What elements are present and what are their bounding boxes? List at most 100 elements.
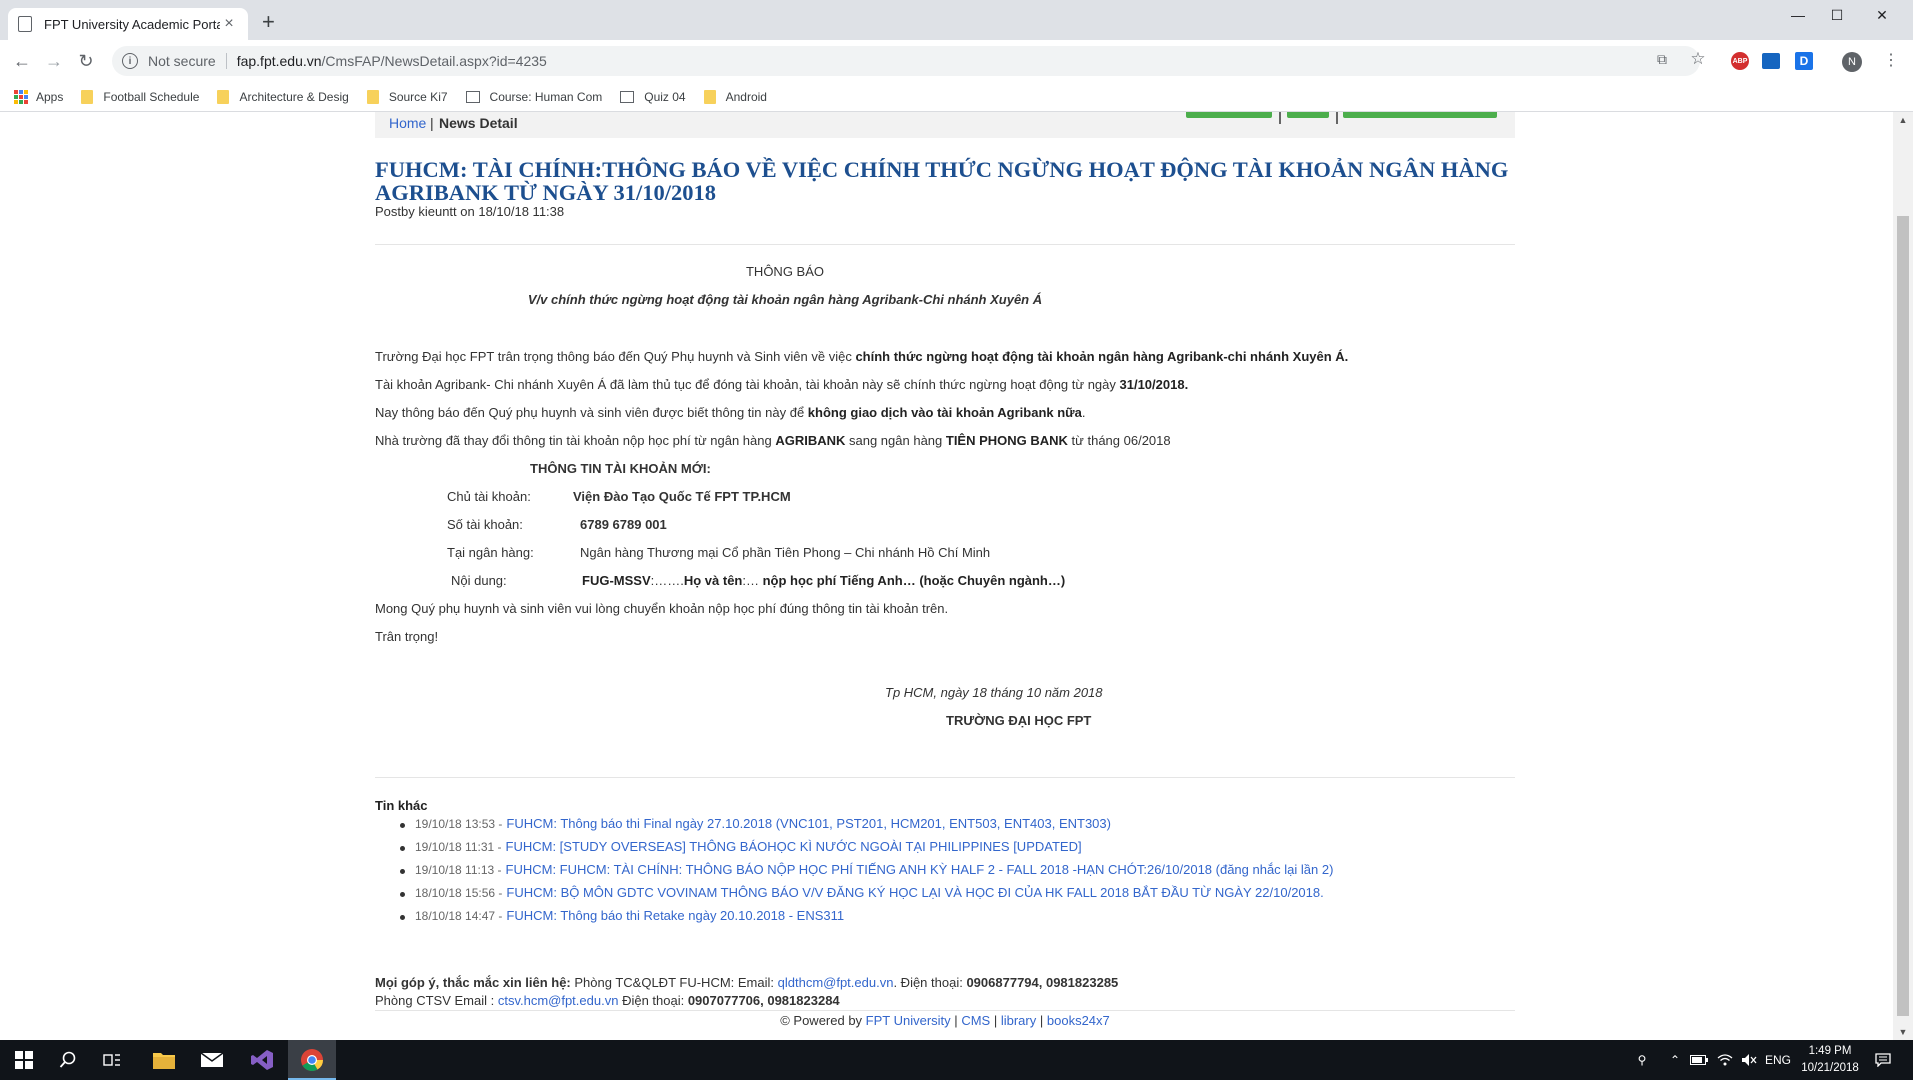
back-button[interactable]: ← [9, 48, 35, 74]
contact-line-1: Mọi góp ý, thắc mắc xin liên hệ: Phòng T… [375, 974, 1118, 992]
post-meta: Postby kieuntt on 18/10/18 11:38 [375, 204, 565, 219]
adblock-icon[interactable]: ABP [1731, 52, 1749, 70]
task-view-button[interactable] [88, 1040, 136, 1080]
visual-studio-button[interactable] [238, 1040, 286, 1080]
bookmark-label: Course: Human Com [489, 89, 603, 104]
powered-text: © Powered by [780, 1013, 866, 1028]
search-icon [59, 1051, 76, 1068]
breadcrumb-home-link[interactable]: Home [389, 115, 426, 131]
divider [1336, 112, 1338, 124]
chrome-button[interactable] [288, 1040, 336, 1080]
star-icon[interactable]: ☆ [1688, 49, 1708, 69]
scroll-up-icon[interactable]: ▲ [1893, 112, 1913, 128]
system-clock[interactable]: 1:49 PM 10/21/2018 [1795, 1043, 1865, 1077]
footer-link-fpt[interactable]: FPT University [866, 1013, 951, 1028]
close-window-button[interactable]: ✕ [1859, 0, 1905, 30]
other-news-list: 19/10/18 13:53 - FUHCM: Thông báo thi Fin… [400, 816, 1333, 931]
bookmark-label: Apps [36, 89, 64, 104]
content-bold: Họ và tên [683, 573, 743, 588]
mail-button[interactable] [188, 1040, 236, 1080]
user-button[interactable] [1186, 112, 1272, 118]
paragraph-1: Trường Đại học FPT trân trọng thông báo … [375, 349, 1348, 364]
contact-footer: Mọi góp ý, thắc mắc xin liên hệ: Phòng T… [375, 974, 1118, 1010]
bookmark-label: Quiz 04 [644, 89, 686, 104]
paragraph-text: Nhà trường đã thay đổi thông tin tài kho… [375, 433, 776, 448]
content-text: :……. [650, 573, 684, 588]
list-item: 19/10/18 11:31 - FUHCM: [STUDY OVERSEAS] … [400, 839, 1333, 862]
account-number-label: Số tài khoản: [447, 517, 523, 532]
wifi-icon[interactable] [1714, 1040, 1736, 1080]
extension-icon[interactable] [1762, 53, 1780, 69]
footer-link-books24x7[interactable]: books24x7 [1047, 1013, 1110, 1028]
speaker-shape [1742, 1054, 1757, 1066]
bookmark-quiz[interactable]: Quiz 04 [620, 89, 686, 104]
paragraph-4: Nhà trường đã thay đổi thông tin tài kho… [375, 433, 1171, 448]
list-item: 18/10/18 14:47 - FUHCM: Thông báo thi Ret… [400, 908, 1333, 931]
page-scrollbar[interactable]: ▲ ▼ [1893, 112, 1913, 1040]
bullet-icon [400, 869, 405, 874]
bookmark-architecture[interactable]: Architecture & Desig [217, 89, 349, 104]
scroll-down-icon[interactable]: ▼ [1893, 1024, 1913, 1040]
divider [225, 53, 227, 69]
footer-link-library[interactable]: library [1001, 1013, 1036, 1028]
menu-icon[interactable]: ⋮ [1883, 52, 1899, 70]
windows-taskbar: ⚲ ⌃ ENG 1:49 PM 10/21/2018 [0, 1040, 1913, 1080]
forward-button[interactable]: → [41, 48, 67, 74]
other-news-heading: Tin khác [375, 798, 428, 813]
paragraph-bold: TIÊN PHONG BANK [945, 433, 1068, 448]
chevron-up-icon[interactable]: ⌃ [1665, 1040, 1685, 1080]
address-bar[interactable]: i Not secure fap.fpt.edu.vn/CmsFAP/NewsD… [112, 46, 1700, 76]
volume-icon[interactable] [1738, 1040, 1760, 1080]
start-button[interactable] [0, 1040, 48, 1080]
bookmark-apps[interactable]: Apps [14, 89, 64, 104]
news-link[interactable]: FUHCM: BỘ MÔN GDTC VOVINAM THÔNG BÁO V/V… [506, 885, 1323, 900]
bookmark-course[interactable]: Course: Human Com [465, 89, 603, 104]
scroll-thumb[interactable] [1897, 216, 1909, 1016]
file-explorer-button[interactable] [140, 1040, 188, 1080]
notification-icon[interactable] [1868, 1040, 1898, 1080]
bookmark-label: Android [725, 89, 767, 104]
maximize-button[interactable]: ☐ [1814, 0, 1860, 30]
paragraph-bold: AGRIBANK [775, 433, 846, 448]
divider [375, 777, 1515, 778]
contact-text: . Điện thoại: [893, 975, 967, 990]
footer-link-cms[interactable]: CMS [961, 1013, 990, 1028]
bookmark-label: Source Ki7 [388, 89, 448, 104]
extension-d-icon[interactable]: D [1795, 52, 1813, 70]
info-icon[interactable]: i [122, 53, 138, 69]
news-date: 19/10/18 13:53 - [415, 817, 503, 831]
visual-studio-icon [251, 1050, 273, 1070]
campus-button[interactable] [1343, 112, 1497, 118]
new-account-heading: THÔNG TIN TÀI KHOẢN MỚI: [530, 461, 711, 476]
bookmark-android[interactable]: Android [703, 89, 767, 104]
close-tab-icon[interactable]: × [220, 15, 238, 33]
translate-icon[interactable]: ⧉ [1652, 49, 1672, 69]
divider [375, 244, 1515, 245]
logout-button[interactable] [1287, 112, 1329, 118]
account-number-value: 6789 6789 001 [580, 517, 667, 532]
breadcrumb-separator: | [430, 115, 434, 131]
bookmark-label: Architecture & Desig [239, 89, 349, 104]
email-link[interactable]: qldthcm@fpt.edu.vn [778, 975, 894, 990]
bookmark-source-ki7[interactable]: Source Ki7 [366, 89, 448, 104]
profile-avatar[interactable]: N [1842, 52, 1862, 72]
news-link[interactable]: FUHCM: [STUDY OVERSEAS] THÔNG BÁOHỌC KÌ … [506, 839, 1082, 854]
people-icon[interactable]: ⚲ [1628, 1040, 1656, 1080]
paragraph-2: Tài khoản Agribank- Chi nhánh Xuyên Á đã… [375, 377, 1188, 392]
tab-title: FPT University Academic Portal [44, 16, 220, 32]
language-indicator[interactable]: ENG [1762, 1040, 1794, 1080]
email-link[interactable]: ctsv.hcm@fpt.edu.vn [498, 993, 619, 1008]
search-button[interactable] [44, 1040, 92, 1080]
battery-icon[interactable] [1688, 1040, 1710, 1080]
news-date: 18/10/18 14:47 - [415, 909, 503, 923]
news-link[interactable]: FUHCM: FUHCM: TÀI CHÍNH: THÔNG BÁO NỘP H… [506, 862, 1334, 877]
browser-tab[interactable]: FPT University Academic Portal × [8, 8, 248, 40]
news-link[interactable]: FUHCM: Thông báo thi Retake ngày 20.10.2… [506, 908, 844, 923]
new-tab-button[interactable]: + [262, 11, 275, 33]
reload-button[interactable]: ↻ [73, 48, 99, 74]
phone-number: 0907077706, 0981823284 [687, 993, 840, 1008]
news-date: 19/10/18 11:13 - [415, 863, 502, 877]
bookmark-football-schedule[interactable]: Football Schedule [81, 89, 199, 104]
news-link[interactable]: FUHCM: Thông báo thi Final ngày 27.10.20… [506, 816, 1111, 831]
list-item: 19/10/18 13:53 - FUHCM: Thông báo thi Fin… [400, 816, 1333, 839]
